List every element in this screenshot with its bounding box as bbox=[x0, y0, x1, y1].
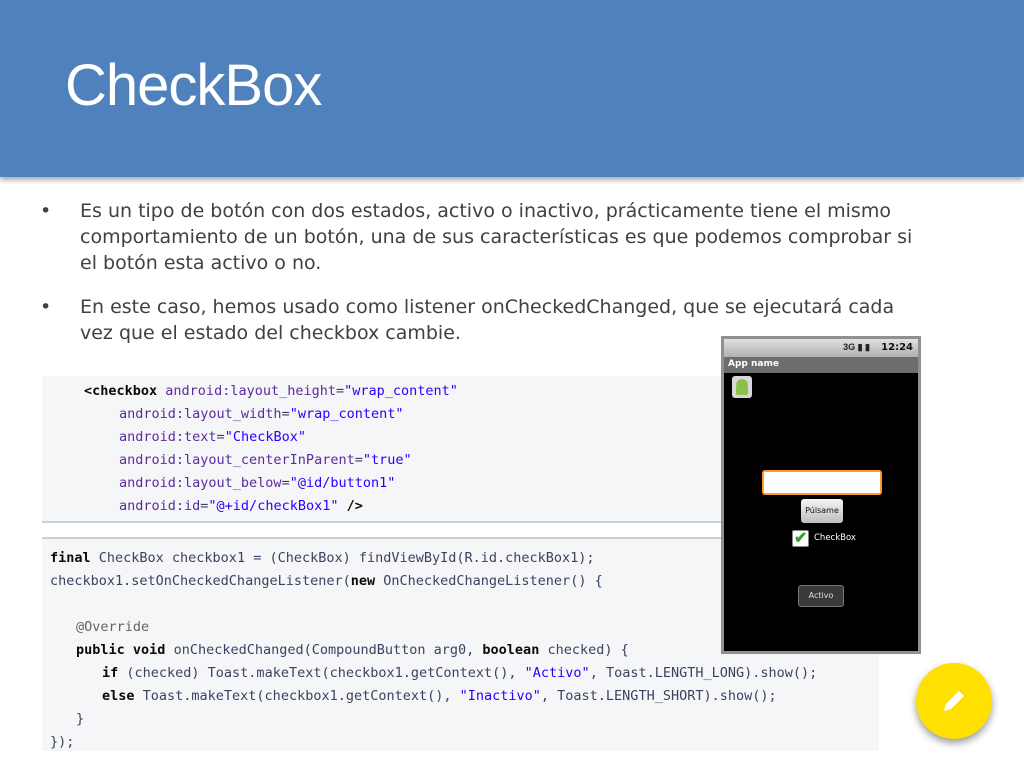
pulsame-button[interactable]: Púlsame bbox=[801, 499, 843, 523]
edit-text-field[interactable] bbox=[762, 470, 882, 495]
xml-line-3: android:text="CheckBox" bbox=[119, 429, 306, 445]
edit-fab-button[interactable] bbox=[916, 663, 992, 739]
java-line-5: if (checked) Toast.makeText(checkbox1.ge… bbox=[102, 665, 818, 681]
xml-attr: android:layout_height bbox=[165, 383, 336, 399]
bullet-text-1: Es un tipo de botón con dos estados, act… bbox=[80, 200, 913, 274]
android-icon bbox=[732, 376, 752, 398]
app-title-bar: App name bbox=[724, 357, 918, 373]
xml-line-5: android:layout_below="@id/button1" bbox=[119, 475, 396, 491]
xml-line-6: android:id="@+id/checkBox1" /> bbox=[119, 498, 363, 514]
xml-value: "true" bbox=[362, 452, 412, 468]
android-emulator-screenshot: 3G ▮ ▮ 12:24 App name Púlsame ✔ CheckBox… bbox=[721, 336, 921, 654]
xml-value: "CheckBox" bbox=[224, 429, 306, 445]
xml-line-4: android:layout_centerInParent="true" bbox=[119, 452, 412, 468]
java-line-1: final CheckBox checkbox1 = (CheckBox) fi… bbox=[50, 550, 595, 566]
xml-close: /> bbox=[338, 498, 363, 514]
xml-value: "wrap_content" bbox=[289, 406, 404, 422]
xml-attr: android:layout_width bbox=[119, 406, 282, 422]
xml-value: "@id/button1" bbox=[289, 475, 396, 491]
bullet-dot: • bbox=[40, 296, 52, 318]
java-line-8: }); bbox=[50, 734, 75, 750]
checkmark-icon: ✔ bbox=[794, 530, 808, 547]
xml-line-1: <checkbox android:layout_height="wrap_co… bbox=[84, 383, 458, 399]
signal-icon: 3G ▮ ▮ bbox=[843, 342, 870, 352]
status-bar: 3G ▮ ▮ 12:24 bbox=[724, 339, 918, 357]
java-line-6: else Toast.makeText(checkbox1.getContext… bbox=[102, 688, 777, 704]
xml-attr: android:layout_below bbox=[119, 475, 282, 491]
bullet-item-1: • Es un tipo de botón con dos estados, a… bbox=[40, 198, 920, 276]
xml-tag: <checkbox bbox=[84, 383, 158, 399]
xml-attr: android:text bbox=[119, 429, 217, 445]
status-time: 12:24 bbox=[881, 342, 913, 353]
xml-code-block: <checkbox android:layout_height="wrap_co… bbox=[42, 376, 742, 523]
java-line-7: } bbox=[76, 711, 85, 727]
java-line-2: checkbox1.setOnCheckedChangeListener(new… bbox=[50, 573, 603, 589]
toast-message: Activo bbox=[798, 585, 844, 607]
xml-attr: android:layout_centerInParent bbox=[119, 452, 355, 468]
xml-line-2: android:layout_width="wrap_content" bbox=[119, 406, 404, 422]
xml-value: "@+id/checkBox1" bbox=[208, 498, 339, 514]
xml-value: "wrap_content" bbox=[344, 383, 458, 399]
java-line-3: @Override bbox=[76, 619, 150, 635]
app-name: App name bbox=[728, 359, 779, 369]
checkbox-box[interactable]: ✔ bbox=[792, 530, 809, 547]
title-bar: CheckBox bbox=[0, 0, 1024, 177]
java-line-4: public void onCheckedChanged(CompoundBut… bbox=[76, 642, 629, 658]
slide-title: CheckBox bbox=[65, 53, 322, 118]
xml-attr: android:id bbox=[119, 498, 201, 514]
checkbox-label: CheckBox bbox=[814, 533, 856, 543]
pencil-icon bbox=[944, 691, 964, 711]
bullet-dot: • bbox=[40, 200, 52, 222]
